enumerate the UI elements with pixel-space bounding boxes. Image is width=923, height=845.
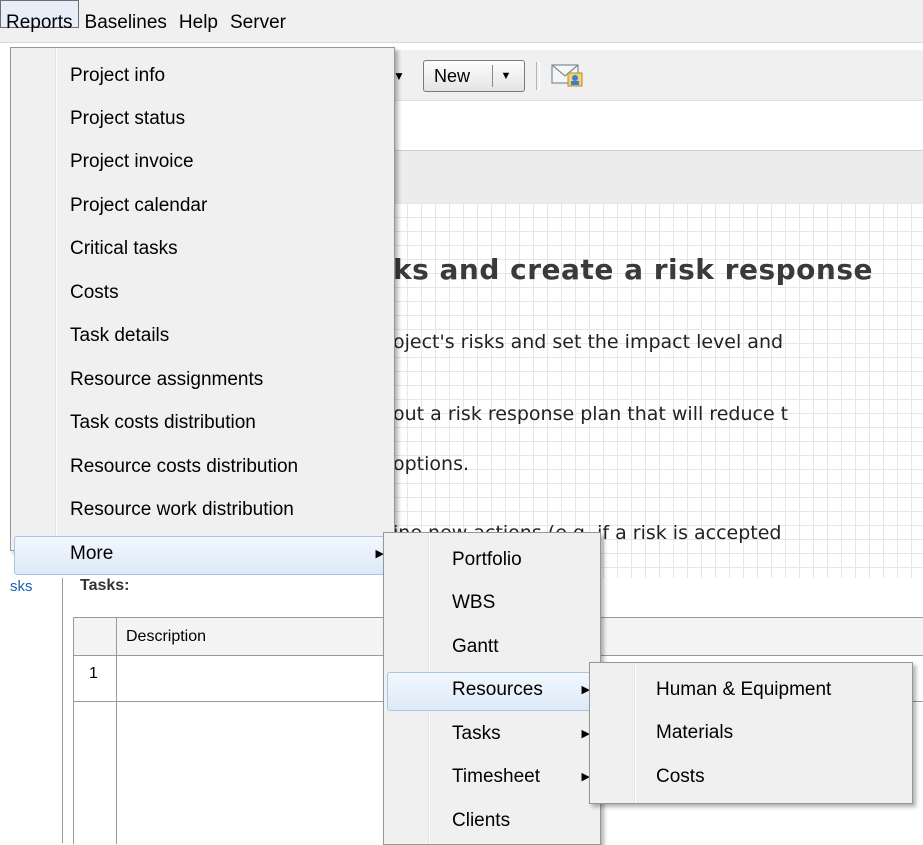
panel-divider (62, 578, 63, 843)
tasks-label: Tasks: (80, 577, 130, 594)
menu-item-critical-tasks[interactable]: Critical tasks (11, 230, 394, 273)
menu-item-label: Task costs distribution (70, 412, 256, 433)
notes-paper: ks and create a risk response oject's ri… (393, 203, 923, 578)
menu-item-label: Resource work distribution (70, 499, 294, 520)
menu-item-label: Costs (70, 282, 119, 303)
menubar-server[interactable]: Server (224, 0, 292, 32)
menu-item-label: Project invoice (70, 151, 194, 172)
reports-menu: Project info Project status Project invo… (10, 47, 395, 575)
menu-item-gantt[interactable]: Gantt (384, 628, 600, 671)
paper-line: options. (393, 453, 470, 475)
menu-item-label: Project status (70, 108, 186, 129)
menu-item-label: More (70, 543, 114, 564)
menu-item-label: Materials (656, 722, 734, 743)
paper-heading: ks and create a risk response (393, 253, 873, 286)
menubar-help[interactable]: Help (173, 0, 224, 32)
menu-item-label: Project calendar (70, 195, 208, 216)
menu-item-label: WBS (452, 592, 496, 613)
toolbar-area (393, 100, 923, 151)
chevron-down-icon[interactable]: ▼ (493, 70, 519, 82)
menu-item-project-invoice[interactable]: Project invoice (11, 143, 394, 186)
menu-item-task-details[interactable]: Task details (11, 317, 394, 360)
menu-item-label: Resource costs distribution (70, 456, 299, 477)
menubar-baselines[interactable]: Baselines (79, 0, 173, 32)
menu-item-label: Portfolio (452, 549, 522, 570)
menu-item-timesheet[interactable]: Timesheet ▶ (384, 758, 600, 801)
sidebar-tasks-link[interactable]: sks (10, 578, 33, 595)
menu-item-label: Task details (70, 325, 170, 346)
paper-line: out a risk response plan that will reduc… (393, 403, 789, 425)
menu-item-resource-work-distribution[interactable]: Resource work distribution (11, 491, 394, 534)
menu-item-project-status[interactable]: Project status (11, 100, 394, 143)
new-split-button[interactable]: New ▼ (423, 60, 525, 92)
paper-line: oject's risks and set the impact level a… (393, 331, 784, 353)
menu-item-more[interactable]: More ▶ (11, 535, 394, 578)
new-button-label[interactable]: New (424, 66, 492, 87)
menu-item-resource-costs-distribution[interactable]: Resource costs distribution (11, 448, 394, 491)
row-number-column (74, 618, 117, 844)
menu-item-portfolio[interactable]: Portfolio (384, 541, 600, 584)
menu-item-resource-costs[interactable]: Costs (590, 758, 912, 801)
envelope-icon[interactable] (551, 62, 585, 88)
toolbar-separator (536, 62, 540, 90)
menu-item-clients[interactable]: Clients (384, 802, 600, 845)
menu-item-label: Costs (656, 766, 705, 787)
menu-item-resources[interactable]: Resources ▶ (384, 671, 600, 714)
column-header-description[interactable]: Description (126, 628, 206, 646)
row-number: 1 (89, 665, 98, 682)
menu-item-label: Critical tasks (70, 238, 178, 259)
menu-item-label: Resource assignments (70, 369, 264, 390)
resources-submenu: Human & Equipment Materials Costs (589, 662, 913, 804)
menu-item-label: Resources (452, 679, 543, 700)
menu-item-label: Tasks (452, 723, 501, 744)
header-strip (393, 150, 923, 204)
menu-item-wbs[interactable]: WBS (384, 584, 600, 627)
menu-bar: Reports Baselines Help Server (0, 0, 923, 43)
menu-item-label: Timesheet (452, 766, 540, 787)
more-submenu: Portfolio WBS Gantt Resources ▶ Tasks ▶ … (383, 532, 601, 845)
menu-item-label: Human & Equipment (656, 679, 832, 700)
menu-item-materials[interactable]: Materials (590, 714, 912, 757)
menu-item-label: Project info (70, 65, 166, 86)
menubar-reports[interactable]: Reports (0, 0, 79, 32)
menu-item-label: Clients (452, 810, 511, 831)
menu-item-project-calendar[interactable]: Project calendar (11, 187, 394, 230)
menu-item-tasks[interactable]: Tasks ▶ (384, 715, 600, 758)
menu-item-label: Gantt (452, 636, 499, 657)
menu-item-task-costs-distribution[interactable]: Task costs distribution (11, 404, 394, 447)
toolbar: ▼ New ▼ (393, 50, 923, 100)
menu-item-costs[interactable]: Costs (11, 274, 394, 317)
menu-item-human-equipment[interactable]: Human & Equipment (590, 671, 912, 714)
menu-item-project-info[interactable]: Project info (11, 57, 394, 100)
menu-item-resource-assignments[interactable]: Resource assignments (11, 361, 394, 404)
